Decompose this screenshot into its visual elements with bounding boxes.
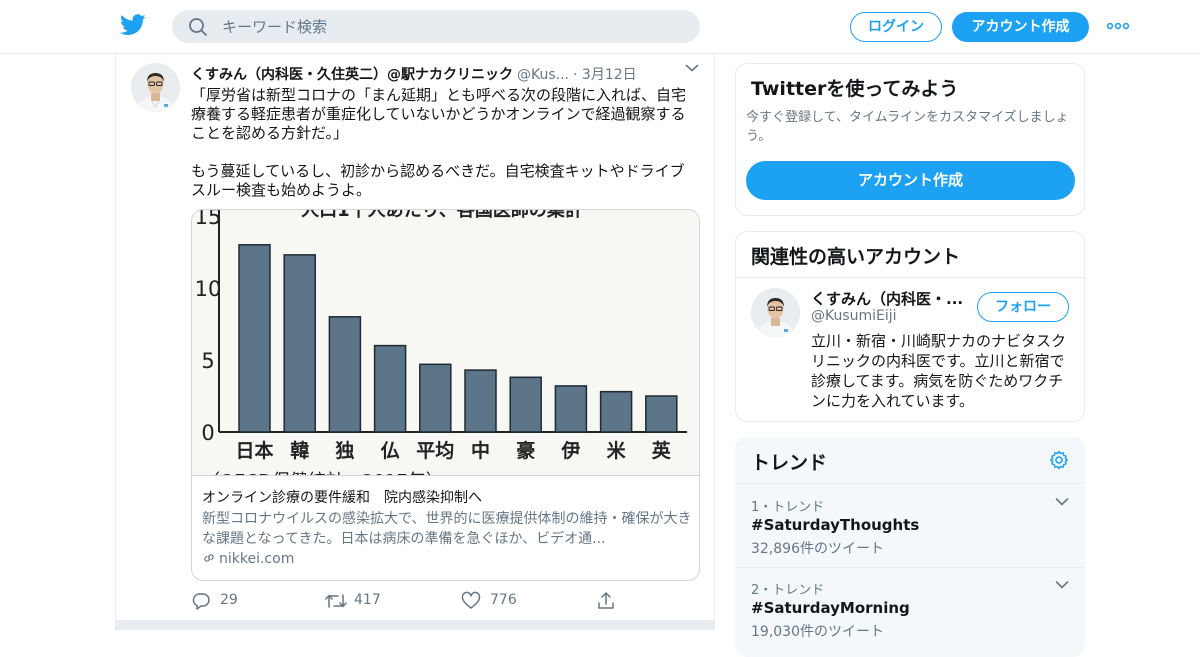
reply-icon <box>192 593 210 610</box>
x-tick-label: 韓 <box>290 439 309 462</box>
trends-panel: トレンド 1・トレンド #SaturdayThoughts 32,896件のツイ… <box>735 437 1085 657</box>
retweet-count: 417 <box>354 592 381 608</box>
chart-top-caption: 人口1千人あたり、各国医師の集計 <box>301 210 583 221</box>
signup-prompt-panel: Twitterを使ってみよう 今すぐ登録して、タイムラインをカスタマイズしましょ… <box>735 63 1085 216</box>
trend-hashtag[interactable]: #SaturdayMorning <box>751 599 910 617</box>
x-tick-label: 米 <box>607 439 627 462</box>
x-tick-label: 中 <box>471 439 490 462</box>
x-tick-label: 伊 <box>560 439 580 462</box>
x-tick-label: 平均 <box>416 439 454 462</box>
tweet-actions: 29 417 776 <box>191 589 641 613</box>
search-icon <box>189 18 207 36</box>
search-input[interactable] <box>222 10 682 43</box>
trend-count: 19,030件のツイート <box>751 624 884 640</box>
share-icon <box>598 592 614 609</box>
follow-button[interactable]: フォロー <box>977 292 1069 322</box>
y-tick-label: 15 <box>195 210 222 229</box>
tweet-date[interactable]: · 3月12日 <box>573 67 637 83</box>
related-accounts-panel: 関連性の高いアカウント くすみん（内科医・... @KusumiEiji フォロ… <box>735 231 1085 422</box>
like-button[interactable]: 776 <box>461 591 541 611</box>
x-tick-label: 仏 <box>381 440 400 462</box>
chart-bar <box>554 385 588 433</box>
card-domain-text: nikkei.com <box>219 551 295 567</box>
retweet-button[interactable]: 417 <box>325 591 405 611</box>
retweet-icon <box>325 594 347 608</box>
link-card[interactable]: 人口1千人あたり、各国医師の集計 0 5 10 15 日本韓 独 仏平均中 豪 伊 米 英 （OECD保… <box>191 209 700 581</box>
chevron-down-icon[interactable] <box>1055 580 1069 590</box>
signup-button[interactable]: アカウント作成 <box>952 12 1089 42</box>
chevron-down-icon[interactable] <box>1055 497 1069 507</box>
more-dots-icon[interactable] <box>1106 18 1130 34</box>
login-button[interactable]: ログイン <box>850 12 942 42</box>
y-tick-label: 5 <box>201 349 214 373</box>
chart-bottom-caption: （OECD保健統計・2017年） <box>202 471 444 476</box>
card-title: オンライン診療の要件緩和 院内感染抑制へ <box>202 490 482 506</box>
chart-bar <box>373 344 407 433</box>
avatar[interactable] <box>131 63 180 112</box>
trend-item[interactable]: 2・トレンド #SaturdayMorning 19,030件のツイート <box>736 567 1084 650</box>
tweet-header: くすみん（内科医・久住英二）@駅ナカクリニック @Kus... · 3月12日 <box>191 64 711 84</box>
card-description: 新型コロナウイルスの感染拡大で、世界的に医療提供体制の維持・確保が大きな課題とな… <box>202 511 692 547</box>
y-tick-label: 0 <box>201 421 214 445</box>
chart-bar <box>283 254 316 433</box>
chart-bar <box>645 395 678 433</box>
feed-divider <box>116 620 714 630</box>
link-icon <box>204 554 214 562</box>
tweet-text: 「厚労省は新型コロナの「まん延期」とも呼べる次の段階に入れば、自宅療養する軽症患… <box>191 86 687 199</box>
chart-bar <box>464 369 497 433</box>
heart-icon <box>461 591 481 609</box>
tweet-author-name[interactable]: くすみん（内科医・久住英二）@駅ナカクリニック <box>191 67 513 83</box>
trend-item[interactable]: 1・トレンド #SaturdayThoughts 32,896件のツイート <box>736 484 1084 567</box>
chart-bar <box>599 390 633 433</box>
share-button[interactable] <box>596 591 620 611</box>
top-navigation-bar: ログイン アカウント作成 <box>0 0 1200 54</box>
chart-bar <box>509 376 542 433</box>
gear-icon[interactable] <box>1049 450 1069 470</box>
chart-bar <box>328 316 362 433</box>
x-tick-label: 豪 <box>516 439 535 462</box>
reply-button[interactable]: 29 <box>191 591 271 611</box>
trend-hashtag[interactable]: #SaturdayThoughts <box>751 516 919 534</box>
trend-count: 32,896件のツイート <box>751 541 884 557</box>
card-domain: nikkei.com <box>202 551 294 567</box>
like-count: 776 <box>490 592 517 608</box>
search-bar[interactable] <box>172 10 700 43</box>
reply-count: 29 <box>220 592 238 608</box>
bar-chart: 人口1千人あたり、各国医師の集計 0 5 10 15 日本韓 独 仏平均中 豪 伊 米 英 （OECD保… <box>195 210 687 476</box>
related-account-handle[interactable]: @KusumiEiji <box>811 308 897 324</box>
avatar[interactable] <box>751 288 800 337</box>
x-tick-label: 日本 <box>235 439 273 462</box>
x-tick-label: 英 <box>652 439 672 462</box>
tweet-author-handle[interactable]: @Kus... <box>517 67 569 83</box>
twitter-bird-icon[interactable] <box>120 14 146 36</box>
doctor-avatar-image <box>131 63 180 112</box>
related-accounts-title: 関連性の高いアカウント <box>751 246 961 268</box>
doctor-avatar-image <box>751 288 800 337</box>
card-chart-image: 人口1千人あたり、各国医師の集計 0 5 10 15 日本韓 独 仏平均中 豪 伊 米 英 （OECD保… <box>192 210 699 476</box>
signup-prompt-title: Twitterを使ってみよう <box>751 78 959 100</box>
trend-rank: 1・トレンド <box>751 500 825 515</box>
related-account-bio: 立川・新宿・川崎駅ナカのナビタスクリニックの内科医です。立川と新宿で診療してます… <box>811 332 1067 410</box>
y-tick-label: 10 <box>195 277 222 301</box>
x-tick-label: 独 <box>335 439 354 462</box>
trend-rank: 2・トレンド <box>751 583 825 598</box>
signup-prompt-subtitle: 今すぐ登録して、タイムラインをカスタマイズしましょう。 <box>746 110 1069 144</box>
divider <box>736 277 1084 278</box>
chart-bar <box>238 244 271 433</box>
trends-title: トレンド <box>751 452 828 474</box>
related-account-name[interactable]: くすみん（内科医・... <box>811 288 971 309</box>
chevron-down-icon[interactable] <box>685 62 699 74</box>
create-account-button[interactable]: アカウント作成 <box>746 161 1075 200</box>
chart-bar <box>419 363 452 433</box>
tweet-feed: くすみん（内科医・久住英二）@駅ナカクリニック @Kus... · 3月12日 「厚… <box>115 54 715 630</box>
